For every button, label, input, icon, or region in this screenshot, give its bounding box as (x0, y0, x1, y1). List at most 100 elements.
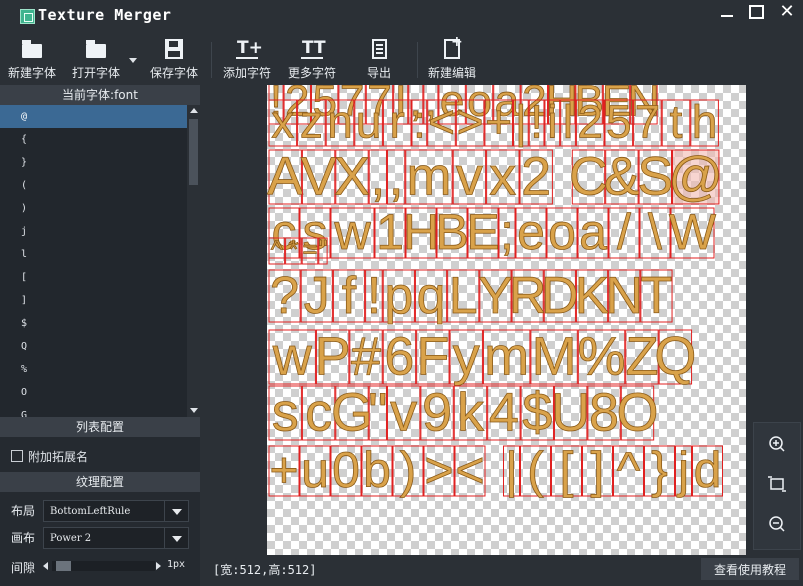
list-item[interactable]: $ (0, 312, 187, 335)
glyph: n (327, 95, 353, 147)
save-font-button[interactable]: 保存字体 (150, 38, 198, 84)
glyph: Q (654, 327, 696, 387)
glyph: O (616, 383, 658, 443)
glyph: > (424, 442, 453, 498)
glyph: F (416, 327, 449, 387)
glyph: H (403, 204, 439, 260)
close-button[interactable]: ✕ (772, 0, 802, 24)
glyph: r (390, 95, 405, 147)
maximize-button[interactable] (741, 0, 771, 24)
glyph: D (541, 267, 579, 325)
glyph: q (417, 267, 446, 325)
font-char-list[interactable]: @{}() j l[] $ Q% O G (0, 105, 187, 417)
toolbar: 新建字体 打开字体 保存字体 T+ 添加字符 TT 更多字符 导出 新建编辑 (0, 32, 803, 84)
glyph: < (455, 442, 484, 498)
glyph: 2 (577, 95, 603, 147)
glyph: [ (560, 442, 574, 498)
list-item[interactable]: [ (0, 266, 187, 289)
export-label: 导出 (367, 66, 392, 80)
glyph: l (563, 95, 573, 147)
list-item[interactable]: l (0, 243, 187, 266)
gap-slider[interactable] (43, 559, 163, 573)
chevron-down-icon[interactable] (164, 528, 188, 548)
list-item[interactable]: ) (0, 197, 187, 220)
new-font-button[interactable]: 新建字体 (8, 38, 56, 84)
list-item[interactable]: @ (0, 105, 187, 128)
list-item[interactable]: G (0, 404, 187, 417)
list-item[interactable]: ] (0, 289, 187, 312)
glyph: X (334, 147, 370, 207)
zoom-out-icon[interactable] (764, 511, 790, 537)
left-panel: 当前字体:font @{}() j l[] $ Q% O G 列表配置 附加拓展名 纹理配置… (0, 85, 200, 586)
status-bar: [宽:512,高:512] 查看使用教程 (201, 557, 803, 586)
glyph: ; (500, 204, 514, 260)
current-font-header: 当前字体:font (0, 85, 200, 105)
folder-icon (21, 38, 43, 60)
texture-preview[interactable]: ! 2 5 7 7 I,, e o a 2 H B E Nx z n u r: < > + |! i l 2 5 7 t h A V X,, m… (267, 85, 746, 555)
glyph: P (315, 327, 351, 387)
glyph: j (676, 442, 689, 498)
glyph: v (390, 383, 417, 443)
glyph: " (368, 383, 387, 443)
glyph: # (351, 327, 381, 387)
chevron-down-icon[interactable] (164, 501, 188, 521)
list-item[interactable]: ( (0, 174, 187, 197)
scroll-thumb[interactable] (189, 119, 198, 185)
open-font-dropdown-icon[interactable] (129, 58, 137, 63)
help-tutorial-button[interactable]: 查看使用教程 (701, 558, 799, 580)
font-list-scrollbar[interactable] (187, 105, 200, 417)
add-char-button[interactable]: T+ 添加字符 (223, 38, 271, 84)
glyph: | (505, 442, 518, 498)
append-ext-checkbox[interactable] (11, 450, 23, 462)
glyph: 6 (384, 327, 414, 387)
append-ext-checkbox-row[interactable]: 附加拓展名 (11, 448, 88, 464)
glyph: + (485, 95, 512, 147)
glyph: 5 (606, 95, 632, 147)
toolbar-divider (211, 42, 212, 78)
glyph: a (579, 204, 607, 260)
canvas-select[interactable]: Power 2 (43, 527, 189, 549)
append-ext-label: 附加拓展名 (28, 449, 89, 464)
glyph: = (302, 234, 317, 264)
window-title: Texture Merger (38, 6, 172, 24)
text-multi-icon: TT (301, 38, 326, 59)
glyph: V (301, 147, 337, 207)
scroll-down-icon[interactable] (190, 408, 198, 413)
new-edit-button[interactable]: 新建编辑 (428, 34, 476, 84)
list-config-header: 列表配置 (0, 417, 200, 437)
slider-right-arrow-icon[interactable] (156, 562, 161, 570)
list-item[interactable]: } (0, 151, 187, 174)
list-item[interactable]: j (0, 220, 187, 243)
open-font-button[interactable]: 打开字体 (72, 38, 120, 84)
more-chars-button[interactable]: TT 更多字符 (288, 38, 336, 84)
list-item[interactable]: Q (0, 335, 187, 358)
export-button[interactable]: 导出 (367, 38, 391, 84)
slider-thumb[interactable] (56, 561, 72, 571)
texture-config-header: 纹理配置 (0, 472, 200, 492)
glyph: d (694, 442, 722, 498)
glyph: + (269, 442, 298, 498)
glyph: U (551, 383, 590, 443)
glyph: W (669, 204, 717, 260)
list-item[interactable]: { (0, 128, 187, 151)
glyph: & (604, 147, 640, 207)
add-text-icon: T+ (236, 38, 263, 59)
glyph: 1 (376, 204, 404, 260)
layout-select[interactable]: BottomLeftRule (43, 500, 189, 522)
glyph: h (692, 95, 718, 147)
glyph: b (363, 442, 391, 498)
glyph: e (517, 204, 545, 260)
glyph: 8 (589, 383, 619, 443)
glyph: w (272, 327, 313, 387)
layout-select-value: BottomLeftRule (50, 505, 131, 517)
list-item[interactable]: % (0, 358, 187, 381)
zoom-in-icon[interactable] (764, 431, 790, 457)
minimize-button[interactable] (712, 0, 742, 24)
scroll-up-icon[interactable] (190, 108, 198, 113)
fit-icon[interactable] (764, 471, 790, 497)
glyph: f (342, 267, 357, 325)
glyph: $ (522, 383, 552, 443)
list-item[interactable]: O (0, 381, 187, 404)
slider-left-arrow-icon[interactable] (43, 562, 48, 570)
glyph: < (428, 95, 455, 147)
